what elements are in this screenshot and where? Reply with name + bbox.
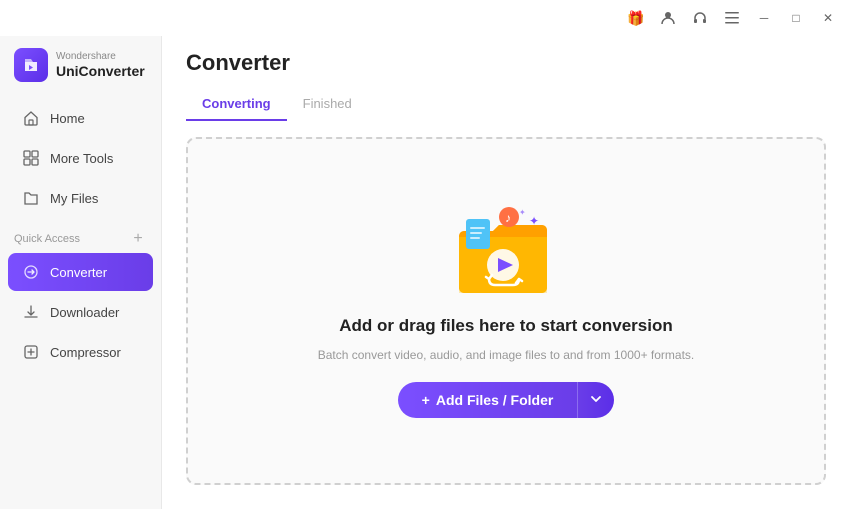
tab-finished[interactable]: Finished xyxy=(287,88,368,121)
main-content: Converter Converting Finished xyxy=(162,0,850,509)
compressor-icon xyxy=(22,343,40,361)
add-files-dropdown-button[interactable] xyxy=(577,382,614,418)
add-files-button[interactable]: + Add Files / Folder xyxy=(398,382,578,418)
sidebar-item-more-tools[interactable]: More Tools xyxy=(8,139,153,177)
page-title: Converter xyxy=(186,50,826,76)
add-files-label: Add Files / Folder xyxy=(436,392,553,408)
svg-text:♪: ♪ xyxy=(505,211,511,225)
logo-brand: Wondershare xyxy=(56,51,145,63)
sidebar-item-more-tools-label: More Tools xyxy=(50,151,113,166)
content-area: ♪ ✦ ✦ Add or drag files here to start co… xyxy=(162,121,850,509)
my-files-icon xyxy=(22,189,40,207)
sidebar-item-home[interactable]: Home xyxy=(8,99,153,137)
logo-name: UniConverter xyxy=(56,63,145,80)
converter-icon xyxy=(22,263,40,281)
drop-zone[interactable]: ♪ ✦ ✦ Add or drag files here to start co… xyxy=(186,137,826,485)
gift-icon[interactable]: 🎁 xyxy=(622,4,650,32)
tab-converting[interactable]: Converting xyxy=(186,88,287,121)
logo-area: Wondershare UniConverter xyxy=(0,36,161,98)
tabs: Converting Finished xyxy=(186,88,826,121)
sidebar-item-compressor-label: Compressor xyxy=(50,345,121,360)
minimize-icon[interactable]: ─ xyxy=(750,4,778,32)
more-tools-icon xyxy=(22,149,40,167)
headphone-icon[interactable] xyxy=(686,4,714,32)
titlebar: 🎁 ─ □ ✕ xyxy=(0,0,850,36)
svg-text:✦: ✦ xyxy=(529,214,539,228)
window-controls: 🎁 ─ □ ✕ xyxy=(622,4,842,32)
home-icon xyxy=(22,109,40,127)
add-files-button-container: + Add Files / Folder xyxy=(398,382,615,418)
sidebar-item-my-files[interactable]: My Files xyxy=(8,179,153,217)
drop-zone-title: Add or drag files here to start conversi… xyxy=(339,316,672,336)
svg-text:✦: ✦ xyxy=(519,208,526,217)
sidebar-item-converter[interactable]: Converter xyxy=(8,253,153,291)
quick-access-add-button[interactable]: + xyxy=(129,230,147,248)
menu-icon[interactable] xyxy=(718,4,746,32)
page-header: Converter Converting Finished xyxy=(162,36,850,121)
sidebar-item-downloader-label: Downloader xyxy=(50,305,119,320)
sidebar-item-downloader[interactable]: Downloader xyxy=(8,293,153,331)
add-plus-icon: + xyxy=(422,392,430,408)
folder-illustration: ♪ ✦ ✦ xyxy=(446,204,566,304)
quick-access-label: Quick Access xyxy=(14,233,80,245)
close-icon[interactable]: ✕ xyxy=(814,4,842,32)
sidebar-item-compressor[interactable]: Compressor xyxy=(8,333,153,371)
user-icon[interactable] xyxy=(654,4,682,32)
drop-zone-subtitle: Batch convert video, audio, and image fi… xyxy=(318,348,695,362)
maximize-icon[interactable]: □ xyxy=(782,4,810,32)
sidebar: Wondershare UniConverter Home More Tools xyxy=(0,0,162,509)
app-logo-icon xyxy=(14,48,48,82)
logo-text: Wondershare UniConverter xyxy=(56,51,145,80)
downloader-icon xyxy=(22,303,40,321)
sidebar-item-my-files-label: My Files xyxy=(50,191,98,206)
sidebar-item-home-label: Home xyxy=(50,111,85,126)
sidebar-item-converter-label: Converter xyxy=(50,265,107,280)
quick-access-section: Quick Access + xyxy=(0,218,161,252)
